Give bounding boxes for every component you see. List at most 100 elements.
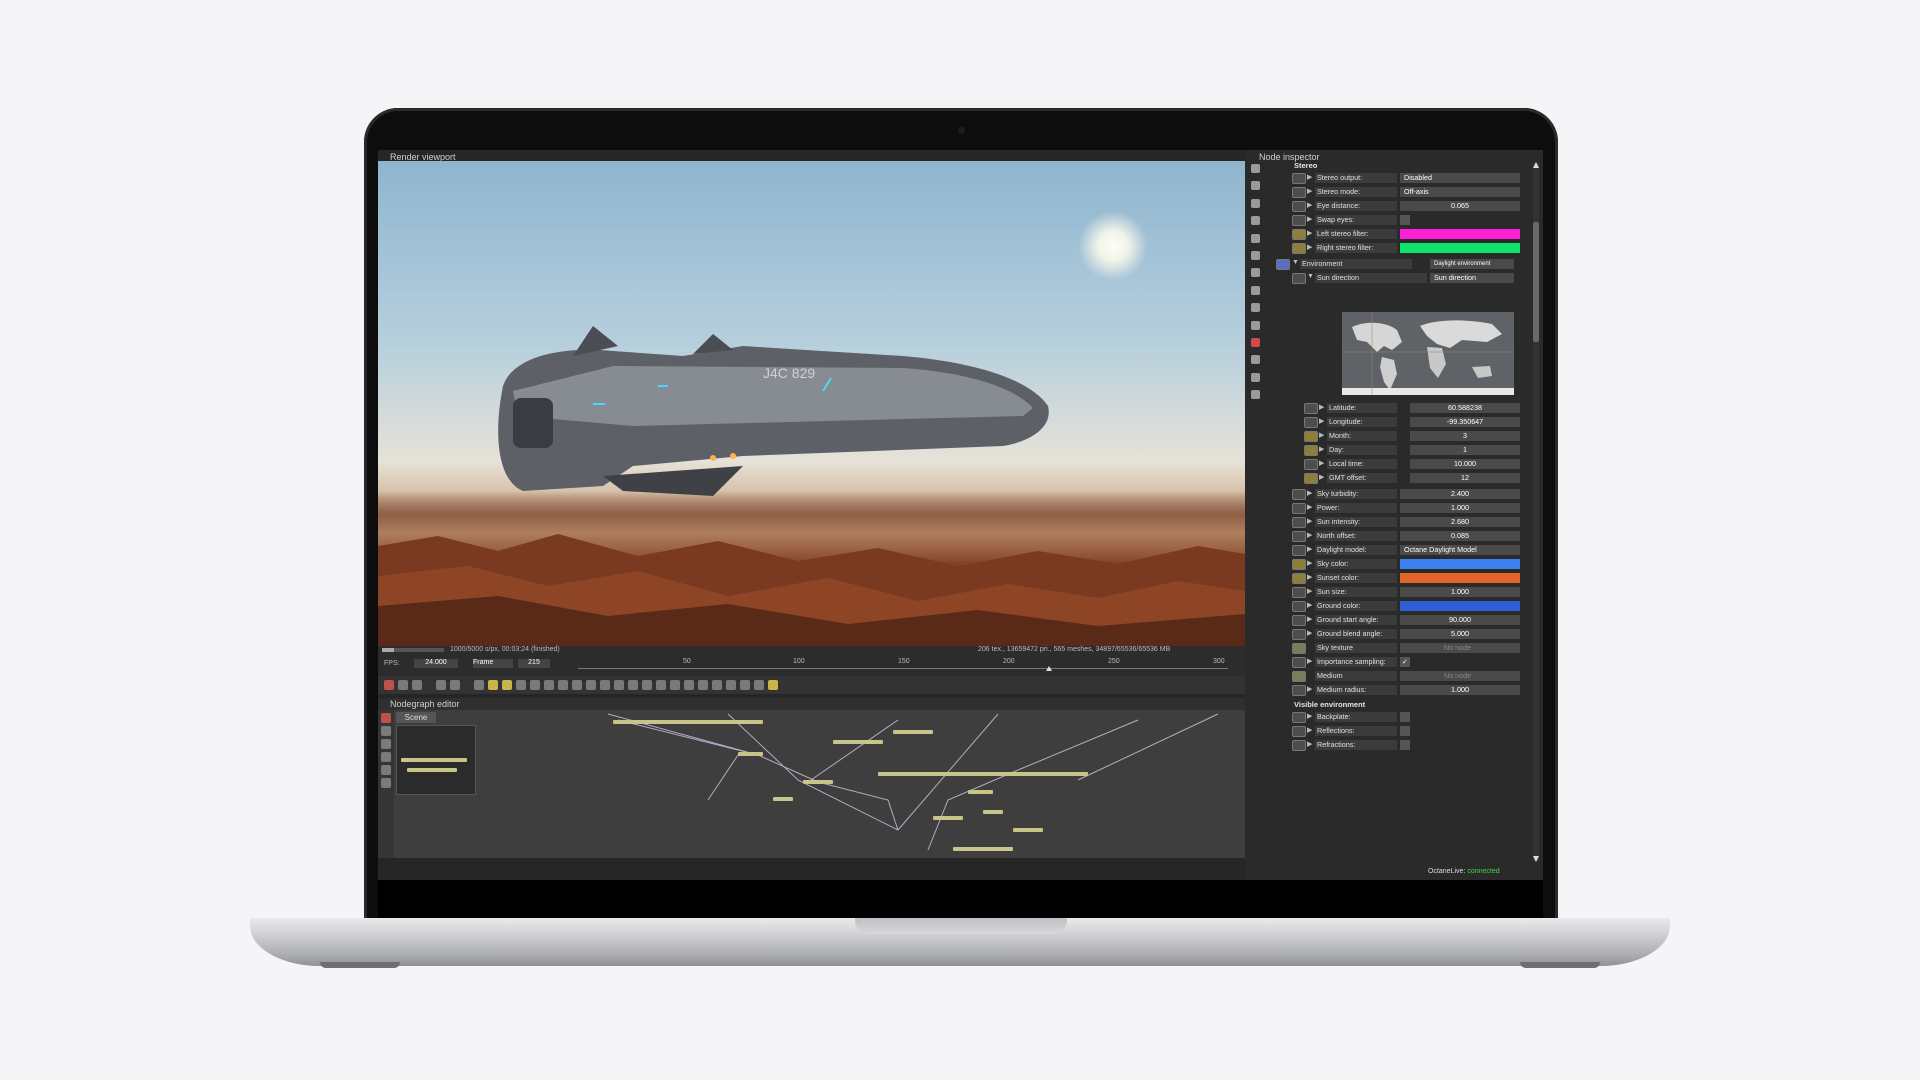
expand-arrow-icon[interactable]: ▶ bbox=[1319, 459, 1324, 467]
pin-icon[interactable] bbox=[1304, 445, 1318, 456]
row-right-stereo-filter[interactable]: ▶ Right stereo filter: bbox=[1280, 242, 1530, 254]
record-icon[interactable] bbox=[384, 680, 394, 690]
world-map[interactable] bbox=[1342, 312, 1514, 395]
rotate-icon[interactable] bbox=[740, 680, 750, 690]
expand-arrow-icon[interactable]: ▶ bbox=[1307, 629, 1312, 637]
pin-icon[interactable] bbox=[1304, 417, 1318, 428]
latitude-field[interactable]: 60.588238 bbox=[1410, 403, 1520, 413]
expand-arrow-icon[interactable]: ▶ bbox=[1307, 489, 1312, 497]
expand-arrow-icon[interactable]: ▶ bbox=[1307, 545, 1312, 553]
local-time-field[interactable]: 10.000 bbox=[1410, 459, 1520, 469]
node-type-icon[interactable] bbox=[1251, 268, 1260, 278]
material-picker-icon[interactable] bbox=[572, 680, 582, 690]
node-type-icon[interactable] bbox=[1251, 250, 1260, 260]
node[interactable] bbox=[613, 720, 763, 724]
row-sun-direction[interactable]: ▼ Sun direction Sun direction bbox=[1280, 272, 1530, 284]
expand-arrow-icon[interactable]: ▶ bbox=[1319, 431, 1324, 439]
row-sky-texture[interactable]: Sky texture No node bbox=[1280, 642, 1530, 654]
nodegraph-canvas[interactable]: Scene bbox=[378, 710, 1245, 858]
node-type-icon[interactable] bbox=[1251, 390, 1260, 400]
swap-eyes-checkbox[interactable] bbox=[1400, 215, 1410, 225]
medium-radius-field[interactable]: 1.000 bbox=[1400, 685, 1520, 695]
right-stereo-color-swatch[interactable] bbox=[1400, 243, 1520, 253]
inspector-scrollbar[interactable] bbox=[1533, 162, 1539, 862]
expand-arrow-icon[interactable]: ▶ bbox=[1307, 601, 1312, 609]
playhead[interactable] bbox=[1046, 666, 1052, 671]
row-refractions[interactable]: ▶ Refractions: bbox=[1280, 739, 1530, 751]
left-stereo-color-swatch[interactable] bbox=[1400, 229, 1520, 239]
focus-picker-icon[interactable] bbox=[558, 680, 568, 690]
medium-icon[interactable] bbox=[1292, 671, 1306, 682]
render-viewport[interactable]: J4C 829 bbox=[378, 161, 1245, 646]
region-render-icon[interactable] bbox=[502, 680, 512, 690]
sky-texture-slot[interactable]: No node bbox=[1400, 643, 1520, 653]
expand-arrow-icon[interactable]: ▶ bbox=[1307, 657, 1312, 665]
row-reflections[interactable]: ▶ Reflections: bbox=[1280, 725, 1530, 737]
row-stereo-mode[interactable]: ▶ Stereo mode: Off-axis bbox=[1280, 186, 1530, 198]
frame-dropdown[interactable]: Frame bbox=[473, 659, 513, 668]
sun-direction-dropdown[interactable]: Sun direction bbox=[1430, 273, 1514, 283]
expand-arrow-icon[interactable]: ▶ bbox=[1307, 559, 1312, 567]
view-icon[interactable] bbox=[698, 680, 708, 690]
color-icon[interactable] bbox=[1292, 559, 1306, 570]
pin-icon[interactable] bbox=[1292, 503, 1306, 514]
color-tool-icon[interactable] bbox=[412, 680, 422, 690]
node-type-icon[interactable] bbox=[1251, 372, 1260, 382]
row-eye-distance[interactable]: ▶ Eye distance: 0.065 bbox=[1280, 200, 1530, 212]
node-type-icon[interactable] bbox=[1251, 233, 1260, 243]
expand-arrow-icon[interactable]: ▶ bbox=[1307, 517, 1312, 525]
pin-icon[interactable] bbox=[1292, 517, 1306, 528]
expand-arrow-icon[interactable]: ▶ bbox=[1319, 417, 1324, 425]
sun-intensity-field[interactable]: 2.680 bbox=[1400, 517, 1520, 527]
copy-icon[interactable] bbox=[628, 680, 638, 690]
collapse-arrow-icon[interactable]: ▼ bbox=[1292, 259, 1299, 266]
gmt-offset-field[interactable]: 12 bbox=[1410, 473, 1520, 483]
pin-icon[interactable] bbox=[1292, 615, 1306, 626]
histogram-icon[interactable] bbox=[768, 680, 778, 690]
row-sunset-color[interactable]: ▶ Sunset color: bbox=[1280, 572, 1530, 584]
row-medium-radius[interactable]: ▶ Medium radius: 1.000 bbox=[1280, 684, 1530, 696]
row-day[interactable]: ▶ Day: 1 bbox=[1280, 444, 1530, 456]
node-type-icon[interactable] bbox=[1251, 303, 1260, 313]
pin-icon[interactable] bbox=[1292, 657, 1306, 668]
node-type-icon[interactable] bbox=[1251, 198, 1260, 208]
row-latitude[interactable]: ▶ Latitude: 60.588238 bbox=[1280, 402, 1530, 414]
row-longitude[interactable]: ▶ Longitude: -99.350647 bbox=[1280, 416, 1530, 428]
expand-arrow-icon[interactable]: ▶ bbox=[1307, 201, 1312, 209]
sun-size-field[interactable]: 1.000 bbox=[1400, 587, 1520, 597]
row-medium[interactable]: Medium No node bbox=[1280, 670, 1530, 682]
row-environment[interactable]: ▼ Environment Daylight environment bbox=[1276, 258, 1530, 270]
expand-arrow-icon[interactable]: ▶ bbox=[1307, 531, 1312, 539]
expand-arrow-icon[interactable]: ▶ bbox=[1307, 215, 1312, 223]
heart-icon[interactable] bbox=[684, 680, 694, 690]
month-field[interactable]: 3 bbox=[1410, 431, 1520, 441]
node[interactable] bbox=[1013, 828, 1043, 832]
film-region-icon[interactable] bbox=[516, 680, 526, 690]
expand-arrow-icon[interactable]: ▶ bbox=[1307, 685, 1312, 693]
color-icon[interactable] bbox=[1292, 573, 1306, 584]
expand-arrow-icon[interactable]: ▶ bbox=[1307, 712, 1312, 720]
pin-icon[interactable] bbox=[1292, 712, 1306, 723]
node[interactable] bbox=[953, 847, 1013, 851]
pause-icon[interactable] bbox=[474, 680, 484, 690]
scroll-down-icon[interactable] bbox=[1533, 856, 1539, 862]
node[interactable] bbox=[833, 740, 883, 744]
frame-input[interactable]: 215 bbox=[518, 659, 550, 668]
power-field[interactable]: 1.000 bbox=[1400, 503, 1520, 513]
node-type-icon[interactable] bbox=[1251, 216, 1260, 226]
node-type-icon[interactable] bbox=[1251, 337, 1260, 347]
reflections-checkbox[interactable] bbox=[1400, 726, 1410, 736]
row-importance-sampling[interactable]: ▶ Importance sampling: ✓ bbox=[1280, 656, 1530, 668]
pin-icon[interactable] bbox=[1292, 173, 1306, 184]
expand-arrow-icon[interactable]: ▶ bbox=[1307, 173, 1312, 181]
node[interactable] bbox=[773, 797, 793, 801]
row-power[interactable]: ▶ Power: 1.000 bbox=[1280, 502, 1530, 514]
expand-arrow-icon[interactable]: ▶ bbox=[1307, 615, 1312, 623]
row-gmt-offset[interactable]: ▶ GMT offset: 12 bbox=[1280, 472, 1530, 484]
object-picker-icon[interactable] bbox=[586, 680, 596, 690]
row-ground-blend-angle[interactable]: ▶ Ground blend angle: 5.000 bbox=[1280, 628, 1530, 640]
row-ground-color[interactable]: ▶ Ground color: bbox=[1280, 600, 1530, 612]
pin-icon[interactable] bbox=[1292, 531, 1306, 542]
pin-icon[interactable] bbox=[1292, 685, 1306, 696]
row-sky-turbidity[interactable]: ▶ Sky turbidity: 2.400 bbox=[1280, 488, 1530, 500]
